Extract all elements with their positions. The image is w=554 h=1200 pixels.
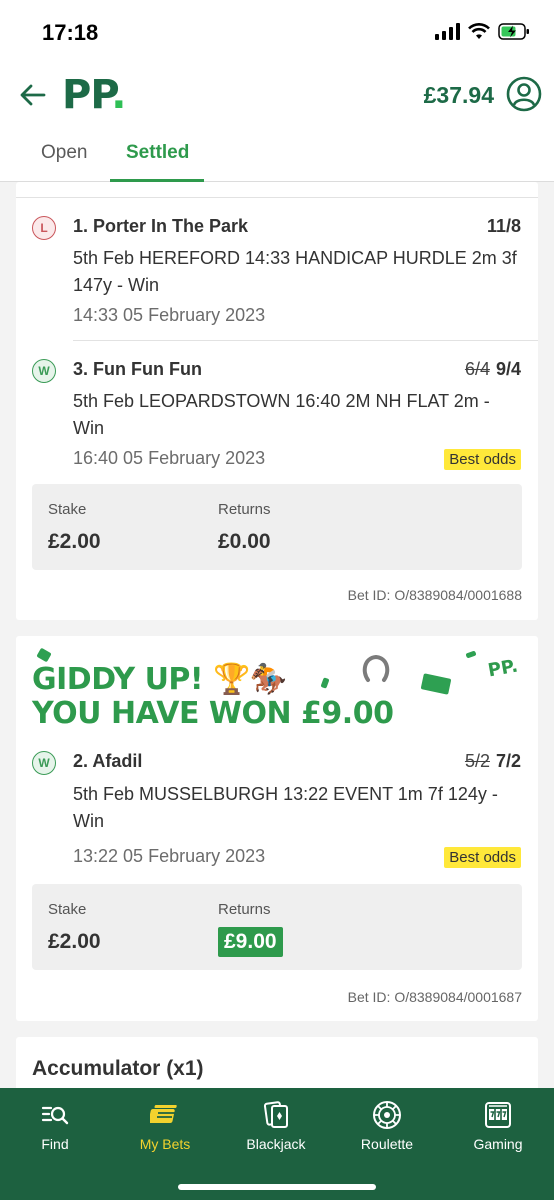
paddy-power-logo[interactable]: PP.	[62, 72, 127, 118]
confetti	[420, 673, 452, 695]
status-bar: 17:18	[0, 0, 554, 66]
divider	[73, 340, 538, 341]
selection-odds: 11/8	[486, 216, 521, 236]
stake-returns-box: Stake £2.00 Returns £0.00	[32, 484, 522, 570]
cards-icon	[263, 1101, 288, 1128]
stake-returns-box: Stake £2.00 Returns £9.00	[32, 884, 522, 970]
selection-name: 1. Porter In The Park	[73, 216, 249, 236]
nav-label: Find	[41, 1136, 69, 1152]
stake-label: Stake	[48, 501, 87, 518]
status-icons	[435, 22, 530, 40]
best-odds-badge: Best odds	[444, 847, 521, 868]
previous-odds: 6/4	[464, 359, 490, 379]
confetti	[36, 647, 52, 663]
account-balance[interactable]: £37.94	[424, 82, 494, 109]
bet-id: Bet ID: O/8389084/0001687	[347, 989, 522, 1005]
selection-name: 2. Afadil	[73, 751, 143, 771]
selection-time: 16:40 05 February 2023	[73, 448, 266, 468]
battery-charging-icon	[498, 22, 529, 40]
selection-odds: 5/2 7/2	[465, 751, 521, 772]
confetti	[465, 650, 477, 659]
nav-label: Roulette	[360, 1136, 414, 1152]
search-list-icon	[41, 1106, 69, 1125]
selection-name: 3. Fun Fun Fun	[73, 359, 202, 379]
selection-time: 14:33 05 February 2023	[73, 305, 266, 325]
winning-bet-card[interactable]: PP. GIDDY UP! 🏆🏇 YOU HAVE WON £9.00 W 2.…	[16, 636, 538, 1021]
returns-value: £0.00	[218, 530, 271, 553]
selection-description: 5th Feb LEOPARDSTOWN 16:40 2M NH FLAT 2m…	[73, 391, 490, 438]
tab-settled[interactable]: Settled	[126, 142, 189, 164]
nav-blackjack[interactable]: Blackjack	[221, 1088, 331, 1168]
lost-badge-icon: L	[32, 216, 56, 240]
promo-winnings: YOU HAVE WON £9.00	[32, 696, 394, 731]
won-badge-icon: W	[32, 751, 56, 775]
bets-tabs: Open Settled	[0, 128, 554, 182]
back-arrow-icon[interactable]	[18, 80, 48, 110]
stake-label: Stake	[48, 901, 87, 918]
selection-time: 13:22 05 February 2023	[73, 846, 266, 866]
account-icon[interactable]	[506, 76, 542, 112]
returns-label: Returns	[218, 901, 271, 918]
promo-headline: GIDDY UP! 🏆🏇	[32, 662, 287, 697]
nav-label: Gaming	[473, 1136, 523, 1152]
app-header: PP. £37.94	[0, 66, 554, 128]
nav-find[interactable]: Find	[0, 1088, 110, 1168]
nav-label: My Bets	[139, 1136, 191, 1152]
nav-roulette[interactable]: Roulette	[332, 1088, 442, 1168]
logo-text: PP	[62, 72, 112, 118]
logo-dot: .	[111, 72, 126, 118]
final-odds: 7/2	[495, 751, 521, 771]
home-indicator	[178, 1184, 376, 1190]
won-badge-icon: W	[32, 359, 56, 383]
nav-label: Blackjack	[246, 1136, 306, 1152]
settled-bets-list[interactable]: L 1. Porter In The Park 11/8 5th Feb HER…	[0, 182, 554, 1088]
previous-odds: 5/2	[464, 751, 490, 771]
slot-machine-icon	[485, 1102, 511, 1128]
bet-type-title: Accumulator (x1)	[32, 1057, 204, 1080]
accumulator-bet-card[interactable]: Accumulator (x1)	[16, 1037, 538, 1088]
roulette-icon	[373, 1101, 401, 1129]
selection-odds: 6/4 9/4	[465, 359, 521, 380]
horseshoe-icon	[362, 654, 390, 682]
divider	[16, 197, 538, 198]
returns-value-won: £9.00	[218, 927, 283, 957]
bet-slips-icon	[150, 1105, 177, 1123]
final-odds: 9/4	[495, 359, 521, 379]
returns-label: Returns	[218, 501, 271, 518]
status-time: 17:18	[42, 20, 99, 45]
bet-card[interactable]: L 1. Porter In The Park 11/8 5th Feb HER…	[16, 182, 538, 620]
tab-open[interactable]: Open	[41, 142, 87, 164]
selection-description: 5th Feb MUSSELBURGH 13:22 EVENT 1m 7f 12…	[73, 784, 498, 831]
stake-value: £2.00	[48, 930, 101, 953]
stake-value: £2.00	[48, 530, 101, 553]
selection-description: 5th Feb HEREFORD 14:33 HANDICAP HURDLE 2…	[73, 248, 517, 295]
nav-my-bets[interactable]: My Bets	[110, 1088, 220, 1168]
cellular-signal-icon	[435, 22, 460, 40]
best-odds-badge: Best odds	[444, 449, 521, 470]
confetti	[320, 677, 330, 689]
promo-logo: PP.	[486, 655, 520, 682]
bet-id: Bet ID: O/8389084/0001688	[347, 587, 522, 603]
nav-gaming[interactable]: Gaming	[443, 1088, 553, 1168]
wifi-icon	[468, 22, 490, 39]
